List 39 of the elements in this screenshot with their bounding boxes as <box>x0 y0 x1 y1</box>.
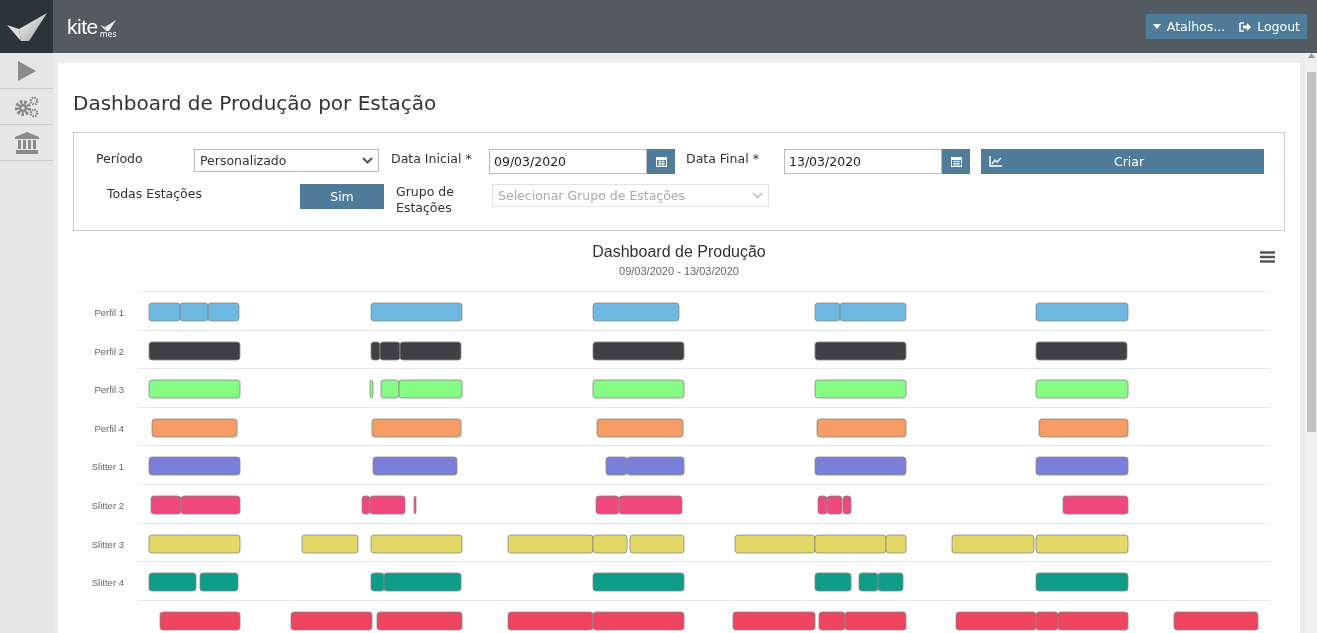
chevron-icon <box>362 157 373 164</box>
chevron-icon <box>752 192 763 199</box>
field-label: Data Final * <box>686 150 760 166</box>
row-label: Perfil 3 <box>94 384 124 396</box>
date-field[interactable]: 09/03/2020 <box>489 149 647 174</box>
chart-subtitle: 09/03/2020 - 13/03/2020 <box>619 265 739 277</box>
row-label: Slitter 3 <box>91 538 124 550</box>
menu-icon[interactable] <box>1260 251 1275 263</box>
date-field[interactable]: 13/03/2020 <box>784 149 942 174</box>
row-label: Slitter 2 <box>91 499 124 511</box>
play-icon[interactable] <box>17 60 36 81</box>
caret-icon <box>1152 24 1161 29</box>
logo-text: kite <box>67 14 98 39</box>
toggle-button[interactable]: Sim <box>300 184 384 209</box>
logo-subtext: mes <box>99 30 117 39</box>
field-label: Grupo de Estações <box>396 184 455 216</box>
logo-icon[interactable] <box>6 12 47 41</box>
line-chart-icon <box>989 156 1002 167</box>
calendar-icon <box>950 156 962 167</box>
page-title: Dashboard de Produção por Estação <box>73 91 438 115</box>
row-label: Perfil 4 <box>94 422 124 434</box>
logout-icon <box>1239 21 1252 32</box>
row-label: Slitter 1 <box>91 461 124 473</box>
field-label: Data Inicial * <box>391 150 473 166</box>
calendar-button[interactable] <box>647 149 675 174</box>
row-label: Slitter 4 <box>91 577 124 589</box>
calendar-icon <box>655 156 667 167</box>
create-button[interactable]: Criar <box>981 149 1264 174</box>
row-label: Perfil 1 <box>94 307 124 318</box>
bank-icon[interactable] <box>14 131 39 154</box>
row-label: Perfil 2 <box>94 345 124 357</box>
period-select[interactable]: Personalizado <box>194 149 379 172</box>
field-label: Período <box>96 150 144 166</box>
logo-mark-icon <box>100 19 117 31</box>
chart-title: Dashboard de Produção <box>592 243 766 261</box>
calendar-button[interactable] <box>942 149 970 174</box>
scrollbar-thumb[interactable] <box>1306 72 1316 432</box>
gears-icon[interactable] <box>13 95 40 118</box>
field-label: Todas Estações <box>106 185 203 201</box>
